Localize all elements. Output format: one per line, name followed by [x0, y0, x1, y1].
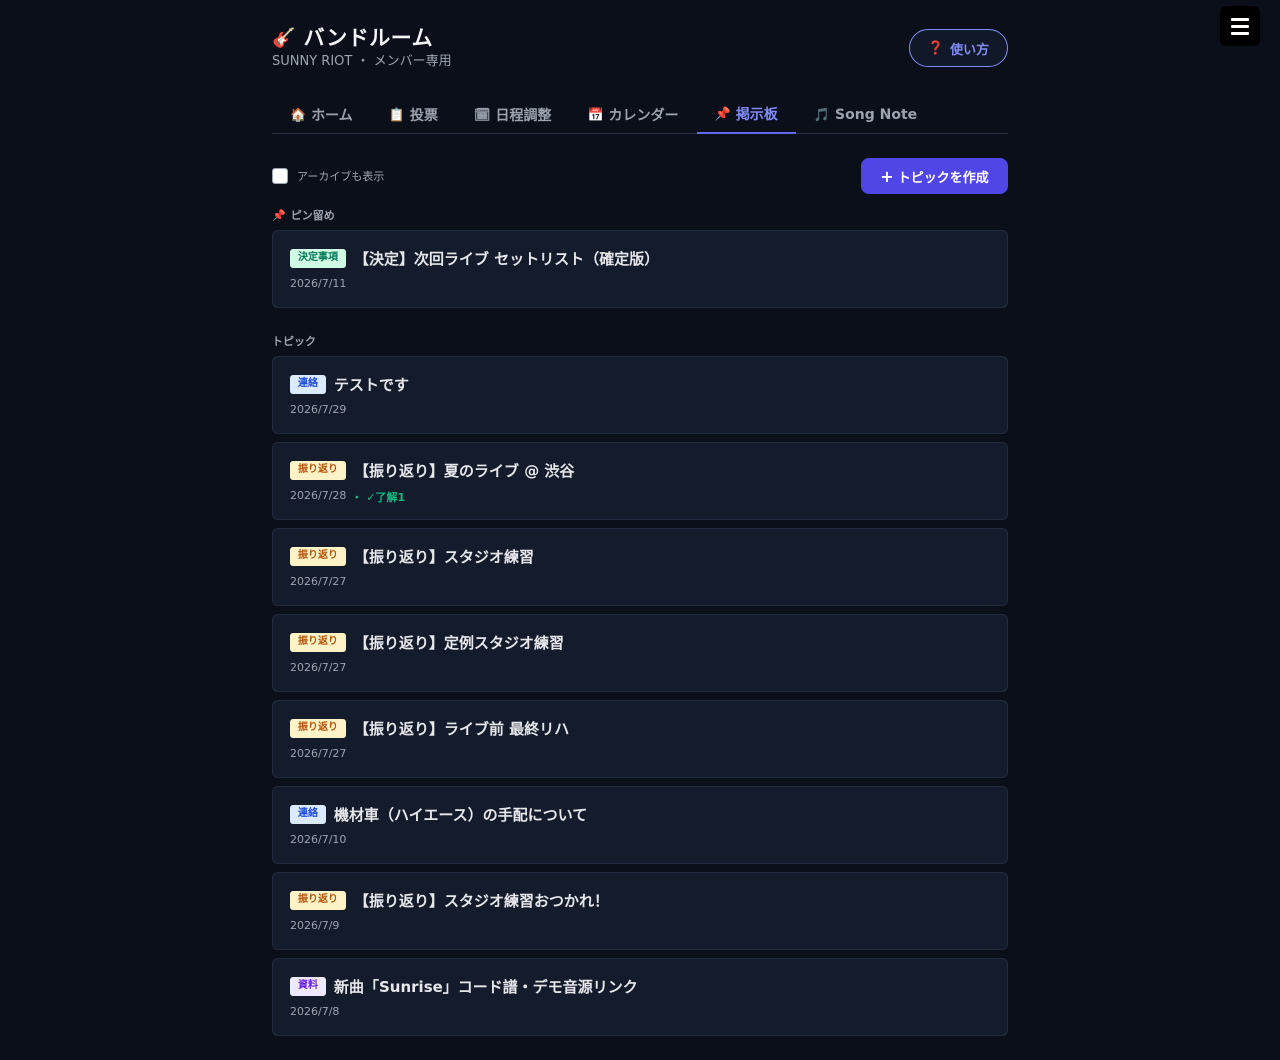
tab-bar: 🏠 ホーム 📋 投票 🗓 日程調整 📅 カレンダー 📌 掲示板 🎵 Song Note: [272, 96, 1008, 134]
topic-title: テストです: [334, 376, 410, 394]
tab-icon: 📋: [388, 107, 405, 123]
category-badge: 振り返り: [290, 547, 346, 566]
topic-meta: 2026/7/28 ・ ✓了解1: [290, 489, 405, 505]
topic-card[interactable]: 振り返り 【振り返り】ライブ前 最終リハ 2026/7/27: [272, 700, 1008, 778]
topic-date: 2026/7/11: [290, 277, 347, 290]
topic-card[interactable]: 連絡 機材車（ハイエース）の手配について 2026/7/10: [272, 786, 1008, 864]
topic-card-header: 連絡 機材車（ハイエース）の手配について: [290, 804, 587, 825]
topic-card-header: 資料 新曲「Sunrise」コード譜・デモ音源リンク: [290, 976, 638, 997]
topic-card-header: 振り返り 【振り返り】定例スタジオ練習: [290, 632, 564, 653]
question-icon: ❓: [927, 40, 945, 56]
tab-icon: 📅: [587, 107, 604, 123]
topic-meta: 2026/7/9: [290, 919, 339, 932]
category-badge: 連絡: [290, 375, 326, 394]
pinned-section-text: ピン留め: [290, 209, 335, 222]
topic-meta: 2026/7/11: [290, 277, 346, 290]
topic-date: 2026/7/27: [290, 747, 347, 760]
category-badge: 振り返り: [290, 719, 346, 738]
tab-label: Song Note: [835, 107, 918, 123]
help-button-label: 使い方: [950, 42, 990, 58]
topic-card-header: 振り返り 【振り返り】スタジオ練習おつかれ！: [290, 890, 609, 911]
page-title-text: バンドルーム: [303, 26, 434, 50]
category-badge: 連絡: [290, 805, 326, 824]
category-badge: 資料: [290, 977, 326, 996]
category-badge: 振り返り: [290, 633, 346, 652]
topic-meta: 2026/7/27: [290, 661, 346, 674]
pinned-section-label: 📌 ピン留め: [272, 207, 335, 223]
menu-bar: [1231, 24, 1249, 28]
acknowledge-count: ・ ✓了解1: [351, 491, 406, 504]
topic-date: 2026/7/9: [290, 919, 340, 932]
topic-card[interactable]: 振り返り 【振り返り】夏のライブ @ 渋谷 2026/7/28 ・ ✓了解1: [272, 442, 1008, 520]
tab-icon: 🎵: [813, 107, 831, 123]
topic-title: 新曲「Sunrise」コード譜・デモ音源リンク: [334, 978, 638, 996]
topic-title: 【振り返り】夏のライブ @ 渋谷: [354, 462, 575, 480]
topic-card-header: 振り返り 【振り返り】スタジオ練習: [290, 546, 534, 567]
tab-1[interactable]: 📋 投票: [371, 96, 456, 134]
topic-card[interactable]: 連絡 テストです 2026/7/29: [272, 356, 1008, 434]
topic-card[interactable]: 振り返り 【振り返り】定例スタジオ練習 2026/7/27: [272, 614, 1008, 692]
topic-date: 2026/7/27: [290, 661, 347, 674]
topic-date: 2026/7/10: [290, 833, 347, 846]
tab-label: 掲示板: [735, 107, 778, 123]
topic-meta: 2026/7/27: [290, 747, 346, 760]
topic-meta: 2026/7/10: [290, 833, 346, 846]
tab-label: 投票: [409, 108, 438, 124]
archive-toggle[interactable]: アーカイブも表示: [272, 168, 384, 184]
topic-date: 2026/7/29: [290, 403, 347, 416]
page-header: 🎸 バンドルーム SUNNY RIOT ・ メンバー専用 ❓ 使い方: [272, 0, 1008, 96]
guitar-icon: 🎸: [272, 27, 296, 49]
tab-icon: 🗓: [473, 107, 491, 123]
page-subtitle: SUNNY RIOT ・ メンバー専用: [272, 54, 452, 69]
topic-date: 2026/7/28: [290, 489, 347, 502]
topics-section-text: トピック: [272, 335, 316, 348]
topic-card-header: 決定事項 【決定】次回ライブ セットリスト（確定版）: [290, 248, 659, 269]
topic-title: 【振り返り】スタジオ練習おつかれ！: [354, 892, 610, 910]
topic-card[interactable]: 決定事項 【決定】次回ライブ セットリスト（確定版） 2026/7/11: [272, 230, 1008, 308]
category-badge: 振り返り: [290, 461, 346, 480]
topic-title: 機材車（ハイエース）の手配について: [334, 806, 588, 824]
topic-card-header: 振り返り 【振り返り】夏のライブ @ 渋谷: [290, 460, 574, 481]
tab-4[interactable]: 📌 掲示板: [696, 96, 796, 134]
category-badge: 決定事項: [290, 249, 346, 268]
topic-title: 【振り返り】スタジオ練習: [354, 548, 535, 566]
tab-label: カレンダー: [608, 108, 679, 124]
topic-meta: 2026/7/27: [290, 575, 346, 588]
topic-meta: 2026/7/8: [290, 1005, 339, 1018]
page-title: 🎸 バンドルーム: [272, 24, 433, 52]
board-toolbar: アーカイブも表示 + トピックを作成: [272, 158, 1008, 194]
archive-checkbox[interactable]: [272, 168, 288, 184]
topic-date: 2026/7/8: [290, 1005, 340, 1018]
topic-card-header: 振り返り 【振り返り】ライブ前 最終リハ: [290, 718, 569, 739]
archive-label: アーカイブも表示: [297, 170, 385, 183]
menu-bar: [1231, 17, 1249, 21]
topic-title: 【振り返り】定例スタジオ練習: [354, 634, 565, 652]
tab-label: ホーム: [311, 108, 353, 124]
tab-0[interactable]: 🏠 ホーム: [272, 96, 371, 134]
hamburger-menu-icon[interactable]: [1220, 6, 1260, 46]
topic-card[interactable]: 振り返り 【振り返り】スタジオ練習おつかれ！ 2026/7/9: [272, 872, 1008, 950]
pin-icon: 📌: [272, 208, 286, 222]
topic-meta: 2026/7/29: [290, 403, 346, 416]
topic-card[interactable]: 振り返り 【振り返り】スタジオ練習 2026/7/27: [272, 528, 1008, 606]
tab-icon: 🏠: [290, 107, 307, 123]
tab-3[interactable]: 📅 カレンダー: [569, 96, 696, 134]
plus-icon: +: [880, 166, 894, 186]
tab-5[interactable]: 🎵 Song Note: [796, 96, 935, 134]
menu-bar: [1231, 31, 1249, 35]
topic-title: 【振り返り】ライブ前 最終リハ: [354, 720, 570, 738]
help-button[interactable]: ❓ 使い方: [909, 29, 1008, 67]
topic-date: 2026/7/27: [290, 575, 347, 588]
topics-section-label: トピック: [272, 333, 316, 349]
tab-icon: 📌: [714, 106, 731, 122]
tab-2[interactable]: 🗓 日程調整: [456, 96, 570, 134]
tab-label: 日程調整: [495, 108, 552, 124]
topic-title: 【決定】次回ライブ セットリスト（確定版）: [354, 250, 660, 268]
create-topic-label: トピックを作成: [897, 170, 989, 186]
main-container: 🎸 バンドルーム SUNNY RIOT ・ メンバー専用 ❓ 使い方 🏠 ホーム 📋…: [272, 0, 1008, 1036]
topic-card-header: 連絡 テストです: [290, 374, 409, 395]
topic-card[interactable]: 資料 新曲「Sunrise」コード譜・デモ音源リンク 2026/7/8: [272, 958, 1008, 1036]
create-topic-button[interactable]: + トピックを作成: [861, 158, 1008, 194]
category-badge: 振り返り: [290, 891, 346, 910]
